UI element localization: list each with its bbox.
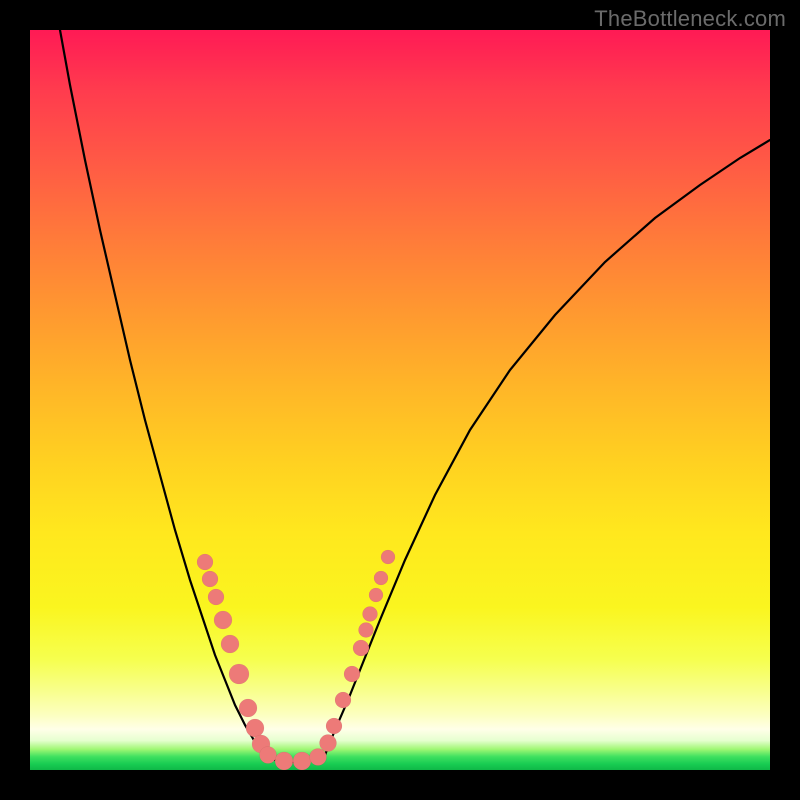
- watermark-text: TheBottleneck.com: [594, 6, 786, 32]
- plot-gradient-background: [30, 30, 770, 770]
- chart-frame: [30, 30, 770, 770]
